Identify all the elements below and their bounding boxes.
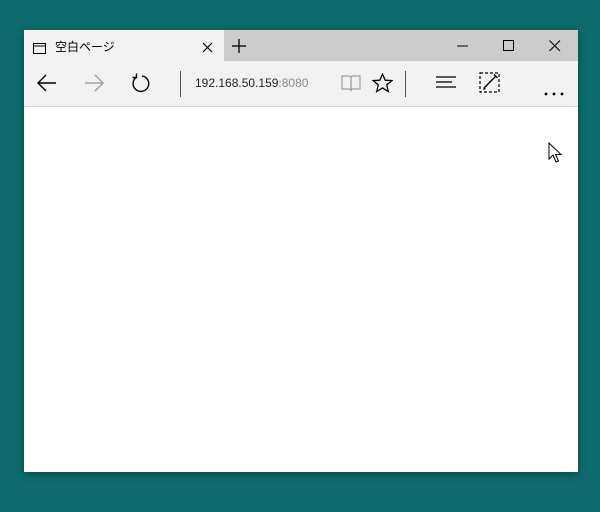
mouse-pointer-icon	[548, 141, 563, 167]
navigation-toolbar: 192.168.50.159:8080	[24, 61, 578, 107]
address-host: 192.168.50.159	[195, 76, 279, 90]
tab-close-icon[interactable]	[201, 39, 214, 53]
toolbar-separator	[180, 71, 181, 97]
page-icon	[33, 39, 46, 54]
star-icon[interactable]	[371, 72, 394, 97]
maximize-button[interactable]	[486, 30, 532, 61]
maximize-icon	[503, 40, 514, 51]
minimize-button[interactable]	[440, 30, 486, 61]
tab-title: 空白ページ	[55, 40, 115, 54]
page-content[interactable]	[24, 107, 578, 472]
new-tab-plus-icon[interactable]	[231, 38, 247, 54]
hub-icon[interactable]	[435, 75, 457, 95]
tab-active[interactable]: 空白ページ	[24, 30, 224, 61]
close-icon	[549, 40, 561, 52]
refresh-icon[interactable]	[130, 73, 151, 98]
browser-window: 空白ページ 192.168.50.159:8080	[24, 30, 578, 472]
minimize-icon	[457, 45, 468, 47]
address-port: :8080	[278, 76, 309, 90]
book-icon[interactable]	[341, 74, 361, 96]
pen-note-icon[interactable]	[479, 72, 501, 98]
address-bar[interactable]: 192.168.50.159:8080	[195, 76, 308, 90]
title-bar[interactable]: 空白ページ	[24, 30, 578, 61]
back-arrow-icon[interactable]	[36, 74, 58, 96]
forward-arrow-icon[interactable]	[83, 74, 105, 96]
close-window-button[interactable]	[532, 30, 578, 61]
more-icon[interactable]	[544, 81, 564, 100]
toolbar-separator	[405, 71, 406, 97]
